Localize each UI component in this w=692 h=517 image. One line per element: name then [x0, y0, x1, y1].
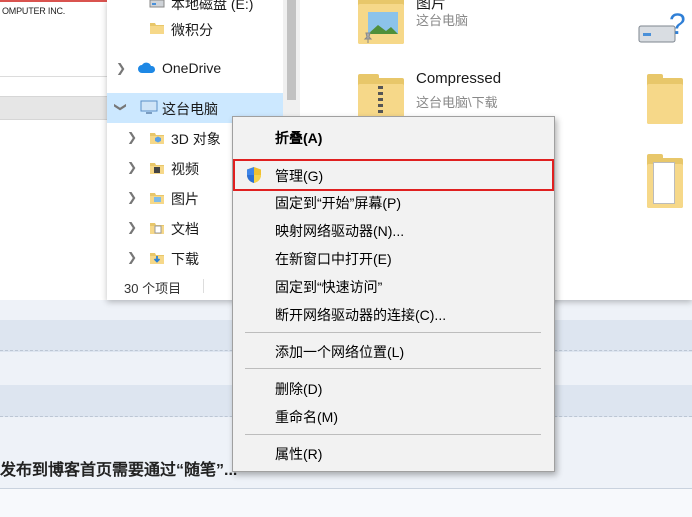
nav-scrollbar-thumb[interactable]: [287, 0, 296, 100]
drive-icon: [149, 0, 165, 8]
nav-item-label: 3D 对象: [171, 131, 221, 147]
menu-item-delete[interactable]: 删除(D): [233, 374, 554, 402]
nav-item-label: 文档: [171, 221, 199, 237]
tile-compressed[interactable]: Compressed 这台电脑\下载: [358, 68, 598, 124]
nav-item-label: 本地磁盘 (E:): [171, 0, 254, 12]
menu-item-pin-quick-access[interactable]: 固定到“快速访问”: [233, 272, 554, 300]
cloud-icon: [138, 62, 156, 73]
article-title-text[interactable]: 发布到博客首页需要通过“随笔”...: [0, 456, 237, 480]
menu-separator: [245, 332, 541, 333]
chevron-down-icon[interactable]: ❯: [114, 102, 128, 112]
tile-pictures[interactable]: 图片 这台电脑: [358, 0, 598, 50]
drive-question-icon: ?: [638, 8, 686, 43]
documents-folder-icon[interactable]: [647, 154, 683, 208]
menu-item-open-new-window[interactable]: 在新窗口中打开(E): [233, 244, 554, 272]
nav-item-calculus-folder[interactable]: 微积分: [107, 14, 283, 44]
nav-item-label: OneDrive: [162, 60, 222, 76]
menu-item-pin-to-start[interactable]: 固定到“开始”屏幕(P): [233, 188, 554, 216]
svg-text:?: ?: [669, 8, 686, 41]
menu-separator: [245, 434, 541, 435]
background-footer-strip: [0, 488, 692, 517]
3d-objects-icon: [150, 133, 164, 144]
chevron-right-icon[interactable]: ❯: [127, 130, 137, 144]
documents-icon: [150, 223, 164, 234]
downloads-icon: [150, 253, 164, 264]
status-divider: [203, 279, 204, 293]
nav-item-label: 这台电脑: [162, 101, 218, 117]
chevron-right-icon[interactable]: ❯: [127, 220, 137, 234]
nav-item-label: 下载: [171, 251, 199, 267]
nav-item-label: 微积分: [171, 22, 213, 38]
tile-name: Compressed: [416, 70, 502, 87]
chevron-right-icon[interactable]: ❯: [127, 160, 137, 174]
context-menu: 折叠(A) 管理(G) 固定到“开始”屏幕(P) 映射网络驱动器(N)... 在…: [232, 116, 555, 472]
menu-item-add-network-location[interactable]: 添加一个网络位置(L): [233, 337, 554, 365]
menu-item-map-network-drive[interactable]: 映射网络驱动器(N)...: [233, 216, 554, 244]
logo-frame: OMPUTER INC.: [0, 0, 107, 77]
video-icon: [150, 163, 164, 174]
nav-item-label: 视频: [171, 161, 199, 177]
background-band: [0, 96, 107, 120]
tile-path: 这台电脑\下载: [416, 95, 498, 110]
menu-item-rename[interactable]: 重命名(M): [233, 402, 554, 430]
chevron-right-icon[interactable]: ❯: [116, 61, 126, 75]
folder-icon[interactable]: [647, 74, 683, 124]
chevron-right-icon[interactable]: ❯: [127, 190, 137, 204]
menu-item-properties[interactable]: 属性(R): [233, 439, 554, 467]
logo-text: OMPUTER INC.: [2, 6, 66, 16]
menu-item-collapse[interactable]: 折叠(A): [233, 123, 554, 151]
menu-item-manage[interactable]: 管理(G): [233, 159, 554, 191]
menu-separator: [245, 368, 541, 369]
computer-icon: [140, 100, 158, 114]
menu-item-disconnect-network-drive[interactable]: 断开网络驱动器的连接(C)...: [233, 300, 554, 328]
tile-path: 这台电脑: [416, 13, 469, 28]
nav-item-onedrive[interactable]: ❯ OneDrive: [107, 54, 283, 84]
nav-item-label: 图片: [171, 191, 199, 207]
folder-icon: [150, 23, 164, 34]
picture-preview-icon: [368, 12, 398, 34]
logo-accent-line: [0, 0, 107, 2]
item-count: 30 个项目: [124, 281, 182, 296]
uac-shield-icon: [247, 167, 261, 183]
background-page-left: OMPUTER INC.: [0, 0, 107, 300]
pin-icon[interactable]: [362, 32, 374, 44]
unknown-drive-item[interactable]: ?: [637, 8, 687, 50]
document-preview-icon: [653, 162, 675, 204]
pictures-icon: [150, 193, 164, 204]
chevron-right-icon[interactable]: ❯: [127, 250, 137, 264]
zipper-icon: [378, 86, 383, 116]
